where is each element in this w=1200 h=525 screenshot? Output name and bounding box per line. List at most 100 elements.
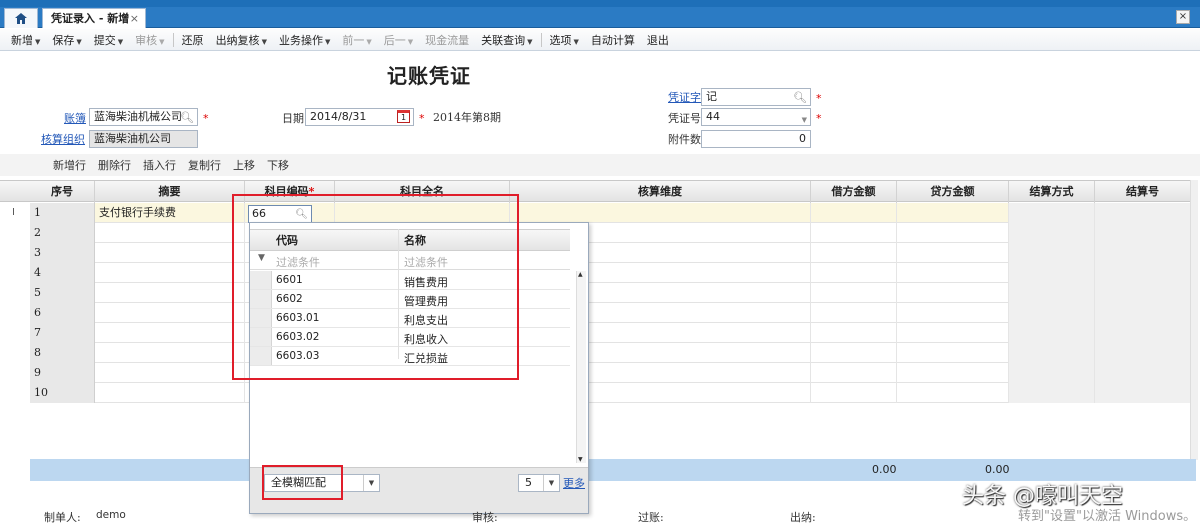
cashier-review-button[interactable]: 出纳复核 ▼ [210, 32, 273, 48]
cell-settle-no[interactable] [1095, 323, 1191, 343]
book-field[interactable]: 蓝海柴油机械公司 🔍︎ [89, 108, 198, 126]
options-button[interactable]: 选项 ▼ [544, 32, 585, 48]
auto-calc-button[interactable]: 自动计算 [585, 32, 641, 48]
cell-summary[interactable] [95, 303, 245, 323]
business-ops-button[interactable]: 业务操作 ▼ [273, 32, 336, 48]
cell-summary[interactable] [95, 223, 245, 243]
save-button[interactable]: 保存 ▼ [46, 32, 87, 48]
scroll-down-icon[interactable]: ▼ [578, 456, 583, 463]
book-label[interactable]: 账簿 [64, 110, 86, 126]
cell-credit[interactable] [897, 383, 1009, 403]
cell-debit[interactable] [811, 243, 897, 263]
related-query-button[interactable]: 关联查询 ▼ [475, 32, 538, 48]
table-row[interactable]: 2 [30, 223, 1196, 243]
cell-summary[interactable] [95, 323, 245, 343]
cell-summary[interactable]: 支付银行手续费 [95, 203, 245, 223]
cell-debit[interactable] [811, 363, 897, 383]
cell-summary[interactable] [95, 383, 245, 403]
cash-flow-button[interactable]: 现金流量 [419, 32, 475, 48]
col-seq[interactable]: 序号 [30, 181, 95, 203]
chevron-down-icon[interactable]: ▼ [802, 112, 807, 128]
cell-summary[interactable] [95, 263, 245, 283]
more-link[interactable]: 更多 [563, 475, 585, 491]
cell-debit[interactable] [811, 303, 897, 323]
cell-summary[interactable] [95, 243, 245, 263]
cell-settle-method[interactable] [1009, 243, 1095, 263]
cell-dimension[interactable] [510, 203, 811, 223]
col-settle-method[interactable]: 结算方式 [1009, 181, 1095, 203]
dropdown-scrollbar[interactable]: ▲ ▼ [576, 271, 586, 463]
cell-summary[interactable] [95, 283, 245, 303]
cell-credit[interactable] [897, 303, 1009, 323]
cell-credit[interactable] [897, 343, 1009, 363]
tab-voucher-entry[interactable]: 凭证录入 - 新增 × [42, 8, 146, 28]
cell-credit[interactable] [897, 363, 1009, 383]
cell-credit[interactable] [897, 243, 1009, 263]
voucher-word-label[interactable]: 凭证字 [668, 89, 701, 105]
page-size-select[interactable]: 5 ▼ [518, 474, 560, 492]
cell-settle-no[interactable] [1095, 243, 1191, 263]
table-row[interactable]: 7 [30, 323, 1196, 343]
add-row-button[interactable]: 新增行 [53, 157, 86, 173]
voucher-no-field[interactable]: 44 ▼ [701, 108, 811, 126]
cell-debit[interactable] [811, 223, 897, 243]
table-row[interactable]: 4 [30, 263, 1196, 283]
delete-row-button[interactable]: 删除行 [98, 157, 131, 173]
col-debit[interactable]: 借方金额 [811, 181, 897, 203]
table-row[interactable]: 6 [30, 303, 1196, 323]
close-icon[interactable]: × [130, 9, 139, 28]
insert-row-button[interactable]: 插入行 [143, 157, 176, 173]
exit-button[interactable]: 退出 [641, 32, 675, 48]
cell-debit[interactable] [811, 323, 897, 343]
cell-settle-method[interactable] [1009, 383, 1095, 403]
cell-settle-method[interactable] [1009, 283, 1095, 303]
grid-scrollbar[interactable] [1190, 180, 1198, 460]
cell-credit[interactable] [897, 323, 1009, 343]
col-settle-no[interactable]: 结算号 [1095, 181, 1191, 203]
new-button[interactable]: 新增 ▼ [5, 32, 46, 48]
cell-credit[interactable] [897, 203, 1009, 223]
table-row[interactable]: 3 [30, 243, 1196, 263]
cell-debit[interactable] [811, 343, 897, 363]
cell-summary[interactable] [95, 363, 245, 383]
table-row[interactable]: 8 [30, 343, 1196, 363]
audit-button[interactable]: 审核 ▼ [129, 32, 170, 48]
restore-button[interactable]: 还原 [176, 32, 210, 48]
cell-settle-no[interactable] [1095, 343, 1191, 363]
prev-button[interactable]: 前一 ▼ [336, 32, 377, 48]
cell-settle-method[interactable] [1009, 263, 1095, 283]
cell-settle-method[interactable] [1009, 203, 1095, 223]
next-button[interactable]: 后一 ▼ [378, 32, 419, 48]
table-row[interactable]: 10 [30, 383, 1196, 403]
cell-debit[interactable] [811, 203, 897, 223]
cell-settle-method[interactable] [1009, 323, 1095, 343]
org-label[interactable]: 核算组织 [41, 131, 85, 147]
table-row[interactable]: 1 支付银行手续费 [30, 203, 1196, 223]
col-credit[interactable]: 贷方金额 [897, 181, 1009, 203]
cell-settle-no[interactable] [1095, 383, 1191, 403]
date-field[interactable]: 2014/8/31 1 [305, 108, 414, 126]
search-icon[interactable]: 🔍︎ [793, 90, 807, 106]
move-up-button[interactable]: 上移 [233, 157, 255, 173]
cell-settle-method[interactable] [1009, 363, 1095, 383]
cell-settle-no[interactable] [1095, 223, 1191, 243]
cell-credit[interactable] [897, 223, 1009, 243]
submit-button[interactable]: 提交 ▼ [88, 32, 129, 48]
search-icon[interactable]: 🔍︎ [180, 110, 194, 126]
cell-credit[interactable] [897, 283, 1009, 303]
close-all-button[interactable]: × [1176, 10, 1190, 24]
cell-settle-no[interactable] [1095, 283, 1191, 303]
cell-settle-method[interactable] [1009, 223, 1095, 243]
cell-summary[interactable] [95, 343, 245, 363]
voucher-word-field[interactable]: 记 🔍︎ [701, 88, 811, 106]
table-row[interactable]: 5 [30, 283, 1196, 303]
cell-debit[interactable] [811, 383, 897, 403]
col-dimension[interactable]: 核算维度 [510, 181, 811, 203]
copy-row-button[interactable]: 复制行 [188, 157, 221, 173]
attachments-field[interactable]: 0 [701, 130, 811, 148]
cell-settle-method[interactable] [1009, 343, 1095, 363]
calendar-icon[interactable]: 1 [397, 110, 410, 123]
cell-settle-no[interactable] [1095, 303, 1191, 323]
cell-settle-no[interactable] [1095, 263, 1191, 283]
cell-settle-no[interactable] [1095, 203, 1191, 223]
